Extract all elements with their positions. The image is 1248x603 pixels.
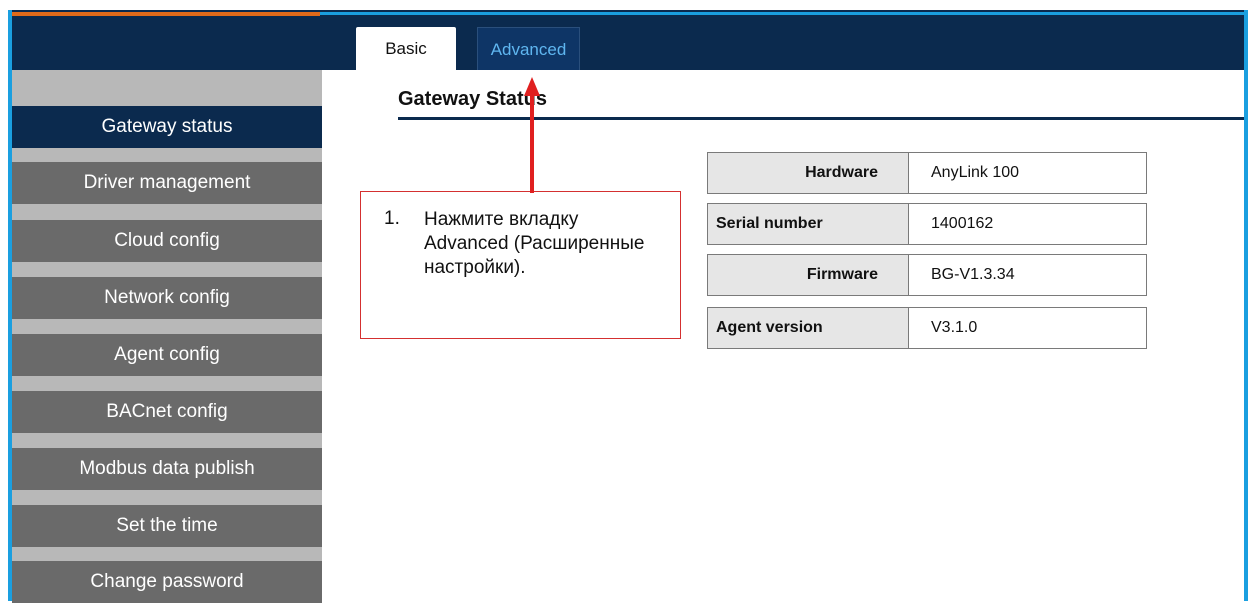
arrow-icon: [524, 77, 540, 193]
